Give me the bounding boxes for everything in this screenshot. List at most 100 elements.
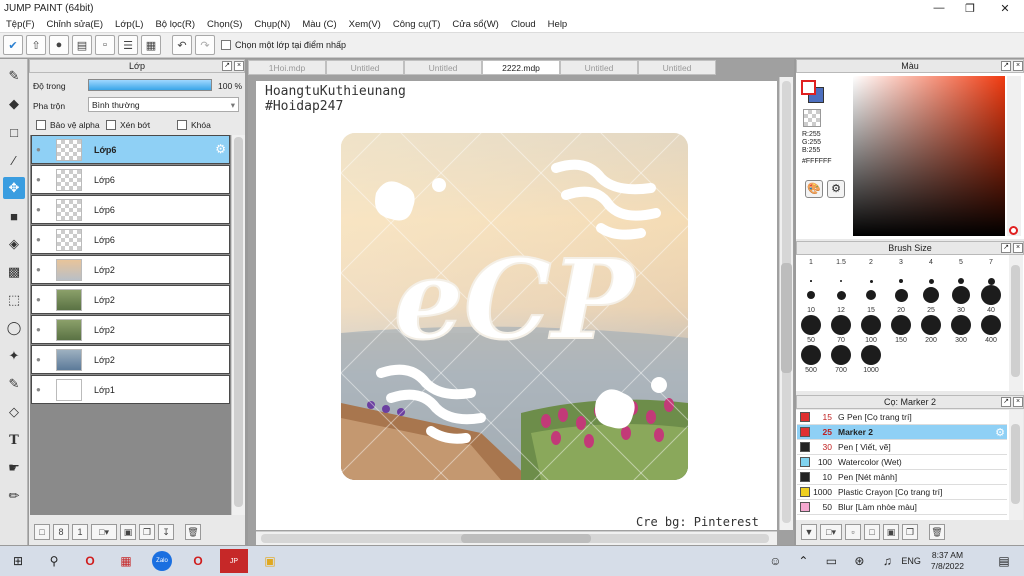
brush-list-scrollbar[interactable] [1009,410,1023,520]
layer-row[interactable]: ● Lớp2 [31,315,230,344]
horizontal-scroll-handle[interactable] [461,534,591,543]
brush-size-option[interactable] [866,290,876,300]
new-1bit-layer-icon[interactable]: 1 [72,524,88,540]
opacity-slider[interactable] [88,79,212,91]
brush-size-option[interactable] [891,315,911,335]
palette-icon[interactable]: 🎨 [805,180,823,198]
close-panel-icon[interactable]: × [234,61,244,71]
brush-size-option[interactable] [807,291,815,299]
brush-size-option[interactable] [810,280,812,282]
menu-item-4[interactable]: Chọn(S) [201,19,248,30]
brush-size-option[interactable] [840,280,842,282]
page-icon[interactable]: ▫ [95,35,115,55]
layer-settings-icon[interactable]: ⚙ [215,142,226,156]
dock-icon[interactable]: ↗ [1001,243,1011,253]
add-layer-menu-icon[interactable]: □▾ [91,524,117,540]
fill-rect-tool-icon[interactable]: ■ [3,205,25,227]
brush-size-option[interactable] [981,285,1001,305]
jump-paint-icon[interactable]: JP [220,549,248,573]
palette-settings-icon[interactable]: ⚙ [827,180,845,198]
dock-icon[interactable]: ↗ [222,61,232,71]
brush-row[interactable]: 50 Blur [Làm nhòe màu] [797,500,1007,515]
document-tab[interactable]: Untitled [404,60,482,75]
menu-item-9[interactable]: Cửa sổ(W) [446,19,504,30]
visibility-dot-icon[interactable]: ● [36,295,48,304]
dock-icon[interactable]: ↗ [1001,61,1011,71]
hand-tool-icon[interactable]: ☛ [3,457,25,479]
canvas-paper[interactable]: HoangtuKuthieunang #Hoidap247 Cre bg: Pi… [256,81,777,530]
menu-item-8[interactable]: Công cụ(T) [387,19,447,30]
foreground-color-swatch[interactable] [801,80,816,95]
document-tab[interactable]: Untitled [638,60,716,75]
layer-props-icon[interactable]: ▦ [141,35,161,55]
brush-row[interactable]: 25 Marker 2 ⚙ [797,425,1007,440]
visibility-dot-icon[interactable]: ● [36,205,48,214]
close-panel-icon[interactable]: × [1013,397,1023,407]
brush-page-icon[interactable]: ▫ [845,524,861,540]
layer-row[interactable]: ● Lớp2 [31,285,230,314]
menu-item-3[interactable]: Bộ lọc(R) [149,19,201,30]
hue-scrollbar[interactable] [1007,76,1021,236]
brush-size-scrollbar[interactable] [1009,255,1023,391]
zalo-icon[interactable]: Zalo [148,549,176,573]
opera-icon[interactable]: O [76,549,104,573]
document-tab[interactable]: 1Hoi.mdp [248,60,326,75]
brush-size-option[interactable] [861,345,881,365]
battery-icon[interactable]: ▭ [817,549,845,573]
tray-chevron-icon[interactable]: ⌃ [789,549,817,573]
brush-size-option[interactable] [981,315,1001,335]
menu-item-6[interactable]: Màu (C) [296,19,342,30]
new-layer-icon[interactable]: □ [34,524,50,540]
select-rect-icon[interactable]: ⬚ [3,289,25,311]
visibility-dot-icon[interactable]: ● [36,355,48,364]
saturation-value-picker[interactable] [853,76,1005,236]
brush-settings-icon[interactable]: ⚙ [995,426,1005,439]
protect-alpha-checkbox[interactable] [36,120,46,130]
text-tool-icon[interactable]: T [3,429,25,451]
redo-icon[interactable]: ↷ [195,35,215,55]
document-tab[interactable]: Untitled [326,60,404,75]
merge-layer-icon[interactable]: ↧ [158,524,174,540]
notification-icon[interactable]: ▤ [990,549,1018,573]
brush-size-option[interactable] [952,286,970,304]
brush-delete-icon[interactable]: 🗑 [929,524,945,540]
volume-icon[interactable]: ♫ [873,549,901,573]
folder-icon[interactable]: ▣ [120,524,136,540]
duplicate-layer-icon[interactable]: ❐ [139,524,155,540]
brush-copy-icon[interactable]: □ [864,524,880,540]
brush-add-icon[interactable]: ▼ [801,524,817,540]
brush-size-option[interactable] [894,288,908,302]
gradient-tool-icon[interactable]: ▩ [3,261,25,283]
move-tool-icon[interactable]: ✥ [3,177,25,199]
rectangle-tool-icon[interactable]: □ [3,121,25,143]
eyedropper-tool-icon[interactable]: ✏ [3,485,25,507]
brush-size-option[interactable] [836,290,846,300]
brush-size-option[interactable] [921,315,941,335]
close-panel-icon[interactable]: × [1013,61,1023,71]
brush-row[interactable]: 10 Pen [Nét mảnh] [797,470,1007,485]
opera-gx-icon[interactable]: O [184,549,212,573]
vertical-scroll-handle[interactable] [781,263,792,373]
check-icon[interactable]: ✔ [3,35,23,55]
brush-size-option[interactable] [958,278,964,284]
menu-item-0[interactable]: Tệp(F) [0,19,41,30]
comment-icon[interactable]: ● [49,35,69,55]
brush-size-option[interactable] [987,277,995,285]
brush-size-option[interactable] [801,345,821,365]
brush-menu-icon[interactable]: □▾ [820,524,842,540]
new-8bit-layer-icon[interactable]: 8 [53,524,69,540]
brush-size-option[interactable] [801,315,821,335]
maximize-button[interactable]: ❐ [955,0,985,16]
layer-scrollbar[interactable] [231,135,245,515]
brush-row[interactable]: 30 Pen [ Viết, vẽ] [797,440,1007,455]
brush-size-scroll-thumb[interactable] [1011,265,1020,377]
brush-size-option[interactable] [923,287,939,303]
list-icon[interactable]: ☰ [118,35,138,55]
menu-item-2[interactable]: Lớp(L) [109,19,149,30]
undo-icon[interactable]: ↶ [172,35,192,55]
windows-start-icon[interactable]: ⊞ [4,549,32,573]
people-icon[interactable]: ☺ [761,549,789,573]
language-indicator[interactable]: ENG [901,556,921,566]
menu-item-11[interactable]: Help [542,19,574,30]
clipping-checkbox[interactable] [106,120,116,130]
